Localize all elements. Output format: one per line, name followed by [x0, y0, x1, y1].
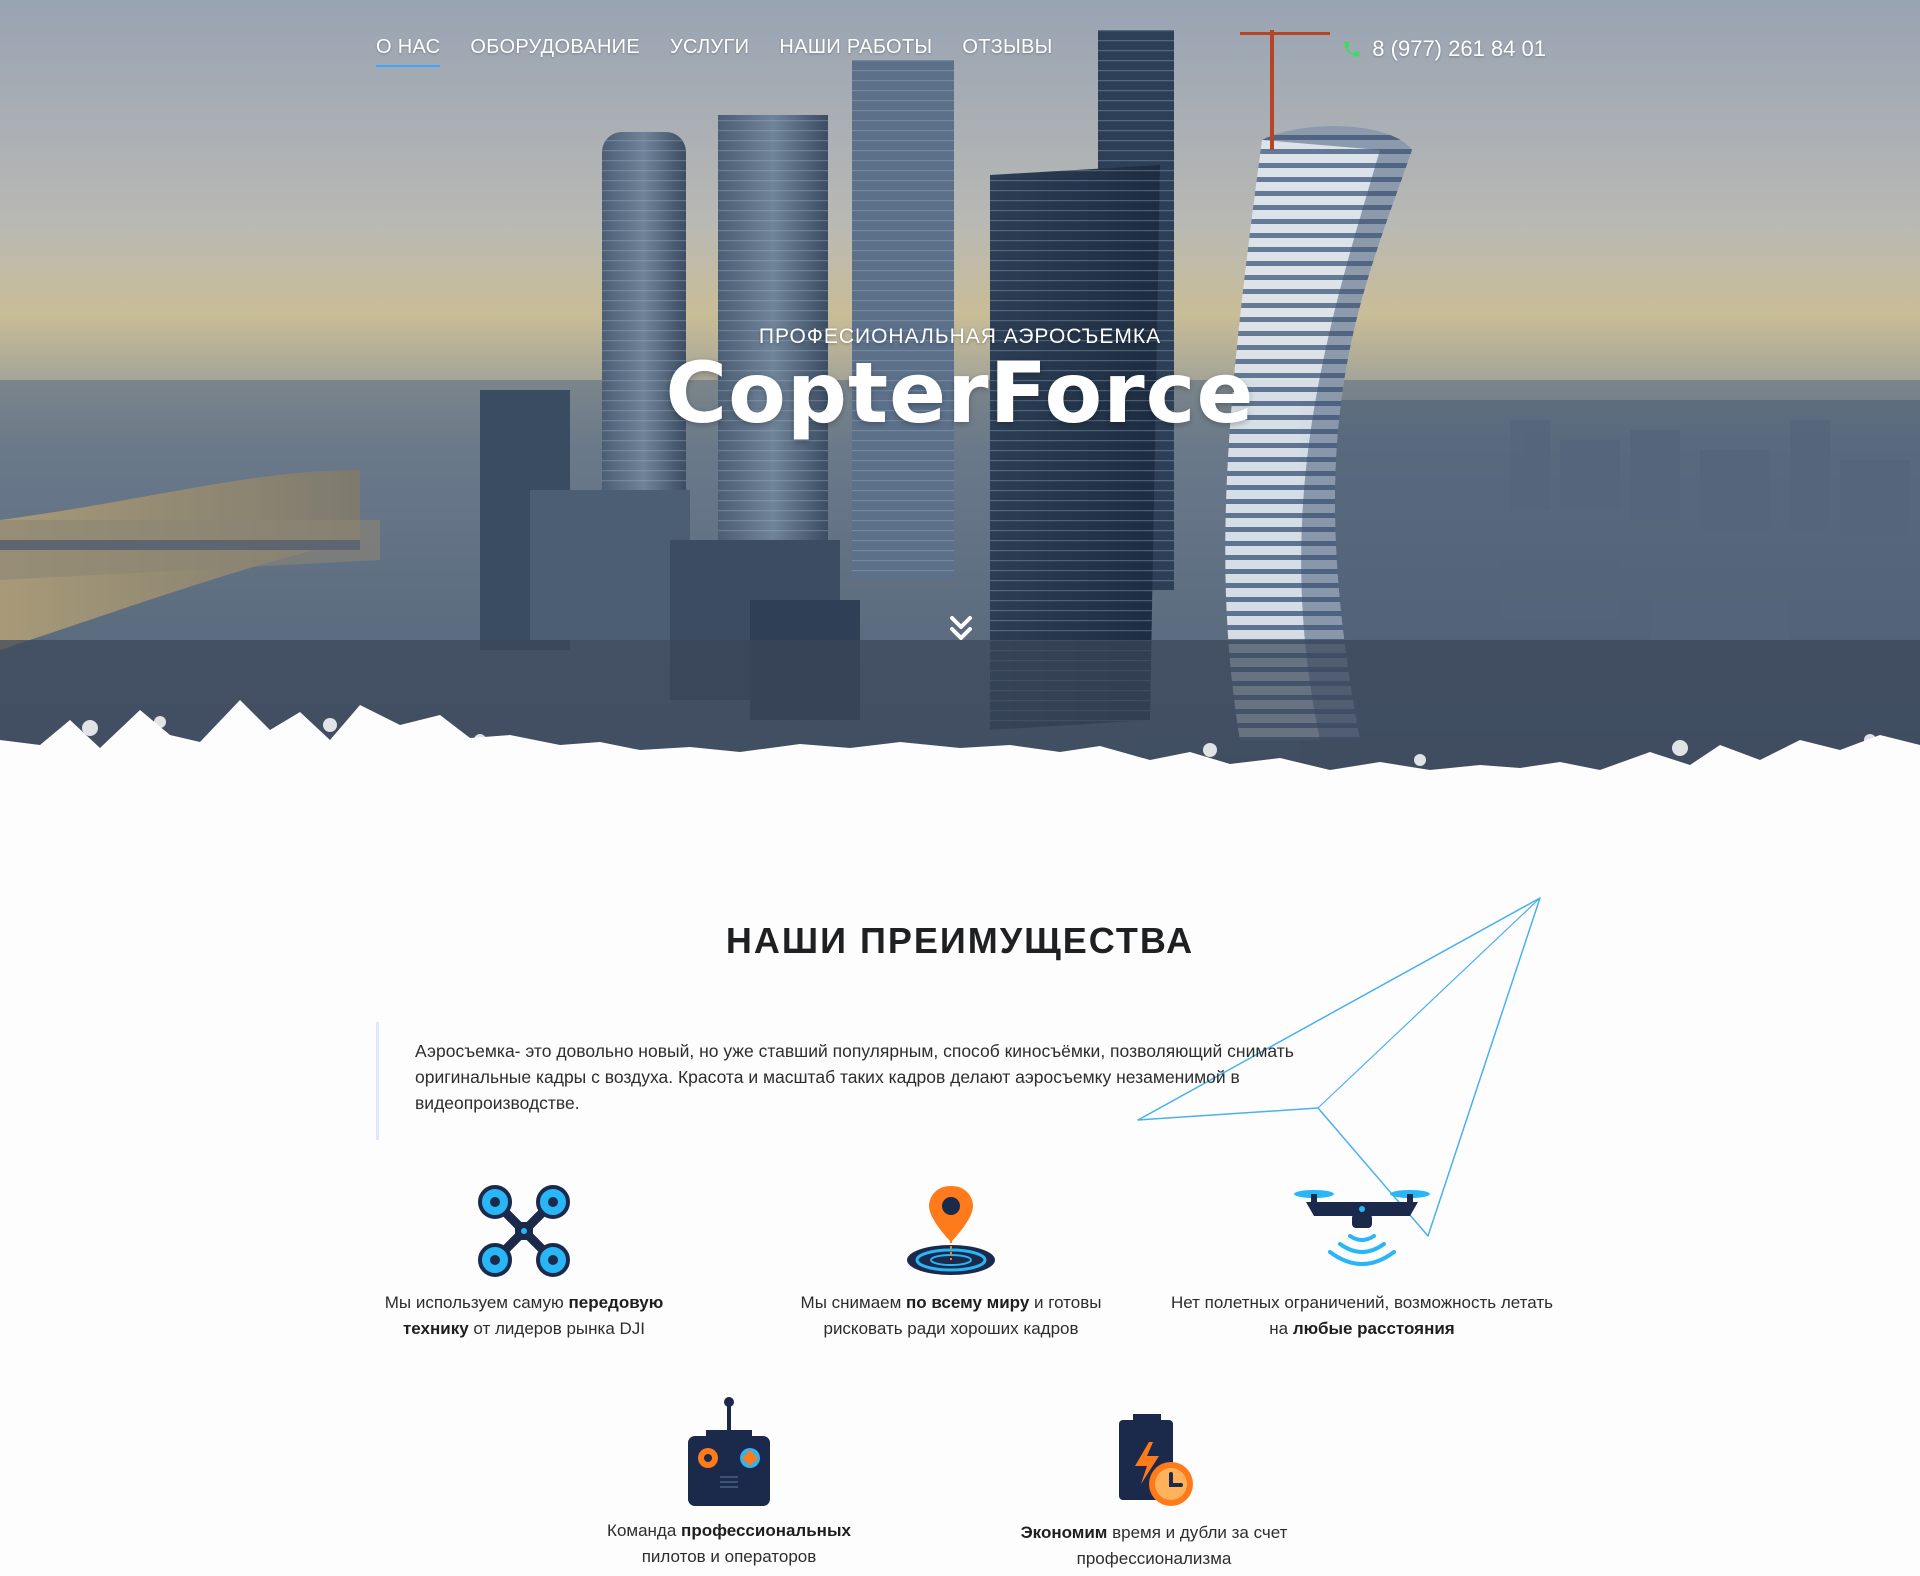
feature-item: Мы используем самую передовую технику от… — [364, 1184, 684, 1342]
phone-number: 8 (977) 261 84 01 — [1372, 36, 1546, 61]
feature-text: Мы используем самую передовую технику от… — [384, 1293, 664, 1338]
hero-section: О НАС ОБОРУДОВАНИЕ УСЛУГИ НАШИ РАБОТЫ ОТ… — [0, 0, 1920, 900]
battery-clock-icon — [1119, 1414, 1193, 1506]
intro-text: Аэросъемка- это довольно новый, но уже с… — [376, 1022, 1326, 1140]
feature-text: Команда профессиональных пилотов и опера… — [607, 1521, 851, 1566]
remote-controller-icon — [688, 1397, 770, 1506]
nav-item-about[interactable]: О НАС — [376, 36, 441, 67]
chevron-double-down-icon[interactable] — [948, 614, 974, 644]
nav-item-services[interactable]: УСЛУГИ — [670, 36, 749, 67]
hero-title: CopterForce — [665, 344, 1255, 442]
nav-item-reviews[interactable]: ОТЗЫВЫ — [962, 36, 1052, 67]
main-nav: О НАС ОБОРУДОВАНИЕ УСЛУГИ НАШИ РАБОТЫ ОТ… — [376, 36, 1053, 67]
nav-item-equipment[interactable]: ОБОРУДОВАНИЕ — [470, 36, 640, 67]
feature-text: Экономим время и дубли за счет профессио… — [1020, 1523, 1288, 1568]
feature-item: Нет полетных ограничений, возможность ле… — [1170, 1184, 1554, 1342]
feature-text: Мы снимаем по всему миру и готовы рисков… — [800, 1293, 1102, 1338]
city-skyline-image — [0, 0, 1920, 900]
feature-item: Мы снимаем по всему миру и готовы рисков… — [784, 1184, 1118, 1342]
feature-item: Экономим время и дубли за счет профессио… — [994, 1412, 1314, 1572]
feature-item: Команда профессиональных пилотов и опера… — [574, 1396, 884, 1570]
section-title: НАШИ ПРЕИМУЩЕСТВА — [725, 920, 1195, 961]
phone-link[interactable]: 8 (977) 261 84 01 — [1342, 36, 1546, 62]
quadcopter-icon — [478, 1185, 570, 1277]
nav-item-our-works[interactable]: НАШИ РАБОТЫ — [779, 36, 932, 67]
phone-icon — [1344, 41, 1360, 57]
location-pin-icon — [907, 1186, 995, 1275]
drone-signal-icon — [1294, 1190, 1430, 1266]
feature-text: Нет полетных ограничений, возможность ле… — [1170, 1293, 1554, 1338]
